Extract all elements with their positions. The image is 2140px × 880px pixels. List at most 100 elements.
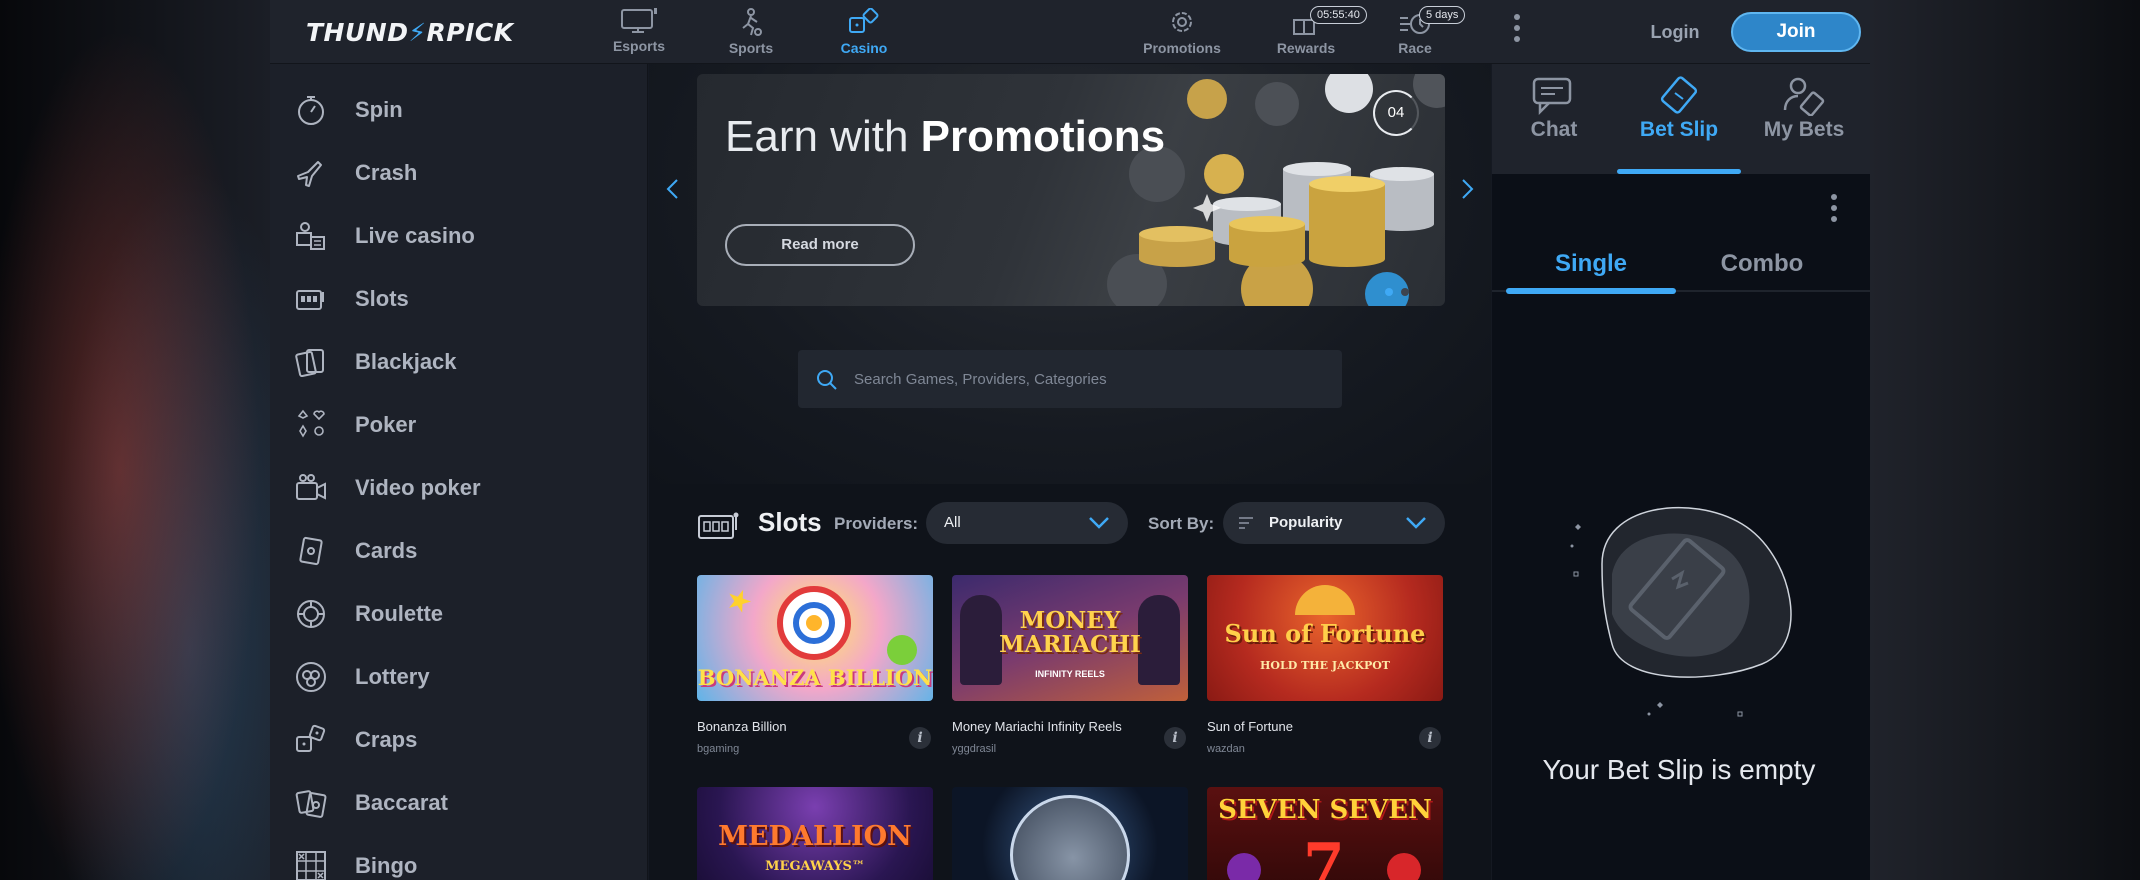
dice-icon (849, 8, 879, 33)
game-art-subtitle: HOLD THE JACKPOT (1260, 659, 1390, 672)
info-icon[interactable]: i (1419, 727, 1441, 749)
nav-sports-label: Sports (728, 40, 774, 56)
sidebar-item-label: Spin (355, 97, 403, 122)
bingo-grid-icon (296, 851, 326, 880)
carousel-dot[interactable] (1401, 288, 1409, 296)
race-countdown-badge: 5 days (1419, 6, 1466, 24)
game-card-money-mariachi[interactable]: MONEY MARIACHI INFINITY REELS Money Mari… (952, 575, 1188, 765)
game-card-sun-of-fortune[interactable]: Sun of Fortune HOLD THE JACKPOT Sun of F… (1207, 575, 1443, 765)
game-name: Bonanza Billion (697, 719, 787, 734)
tab-bet-slip[interactable]: Bet Slip (1617, 64, 1741, 174)
nav-race[interactable]: Race 5 days (1365, 6, 1466, 58)
video-camera-icon (296, 474, 326, 500)
game-card-medallion[interactable]: MEDALLION MEGAWAYS™ (697, 787, 933, 880)
game-thumbnail: MEDALLION MEGAWAYS™ (697, 787, 933, 880)
blurred-background-right (1870, 0, 2140, 880)
sidebar-item-spin[interactable]: Spin (270, 81, 648, 137)
slide-counter: 04 (1373, 90, 1419, 136)
sidebar-item-label: Crash (355, 160, 418, 185)
sidebar-item-poker[interactable]: Poker (270, 396, 648, 452)
star-icon (724, 586, 755, 617)
stopwatch-icon (298, 96, 324, 125)
game-card-seven-seven[interactable]: SEVEN SEVEN 7 (1207, 787, 1443, 880)
bet-slip-panel: Chat Bet Slip My Bets Single Combo Your … (1492, 64, 1870, 880)
nav-promotions[interactable]: Promotions (1127, 6, 1237, 58)
nav-race-label: Race (1398, 40, 1432, 56)
tab-chat[interactable]: Chat (1492, 64, 1616, 174)
game-provider: wazdan (1207, 743, 1245, 755)
wolf-emblem (1010, 795, 1130, 880)
game-card-bonanza-billion[interactable]: BONANZA BILLION Bonanza Billion bgaming … (697, 575, 933, 765)
game-art-title: MEDALLION (718, 821, 912, 852)
gear-badge-icon (1172, 12, 1192, 32)
fruit-icon (1387, 853, 1421, 880)
sidebar-item-roulette[interactable]: Roulette (270, 585, 648, 641)
game-thumbnail: BONANZA BILLION (697, 575, 933, 701)
casino-main-content: Earn with Promotions Read more 04 Search… (649, 64, 1491, 880)
tab-my-bets[interactable]: My Bets (1742, 64, 1866, 174)
tab-bet-slip-label: Bet Slip (1639, 118, 1719, 141)
game-name: Money Mariachi Infinity Reels (952, 719, 1122, 734)
tab-my-bets-label: My Bets (1763, 118, 1845, 141)
sidebar-item-label: Live casino (355, 223, 475, 248)
nav-sports[interactable]: Sports (706, 6, 796, 58)
sidebar-item-lottery[interactable]: Lottery (270, 648, 648, 704)
sidebar-item-label: Bingo (355, 853, 418, 878)
roulette-icon (297, 600, 325, 628)
providers-dropdown[interactable]: All (926, 502, 1128, 544)
sidebar-item-label: Poker (355, 412, 417, 437)
game-search-input[interactable]: Search Games, Providers, Categories (798, 350, 1342, 408)
sidebar-item-video-poker[interactable]: Video poker (270, 459, 648, 515)
sidebar-item-slots[interactable]: Slots (270, 270, 648, 326)
game-art-subtitle: INFINITY REELS (1035, 669, 1105, 679)
sidebar-item-cards[interactable]: Cards (270, 522, 648, 578)
game-card-wolf[interactable] (952, 787, 1188, 880)
sidebar-item-live-casino[interactable]: Live casino (270, 207, 648, 263)
more-menu-icon[interactable] (1512, 14, 1522, 50)
flower-emblem-icon (777, 586, 851, 660)
empty-bet-slip-message: Your Bet Slip is empty (1542, 754, 1816, 785)
blurred-background-left (0, 0, 270, 880)
chevron-right-icon[interactable] (1455, 174, 1479, 204)
empty-bet-slip-illustration (1570, 506, 1792, 717)
sidebar-item-bingo[interactable]: Bingo (270, 837, 648, 880)
nav-casino-label: Casino (840, 40, 888, 56)
seven-symbol: 7 (1303, 831, 1345, 880)
sidebar-item-blackjack[interactable]: Blackjack (270, 333, 648, 389)
promo-banner[interactable]: Earn with Promotions Read more 04 (697, 74, 1445, 306)
read-more-button[interactable]: Read more (725, 224, 915, 266)
sidebar-item-label: Cards (355, 538, 418, 563)
plane-icon (297, 161, 322, 187)
bet-type-single[interactable]: Single (1506, 250, 1676, 278)
carousel-dot-active[interactable] (1385, 288, 1393, 296)
info-icon[interactable]: i (1164, 727, 1186, 749)
sidebar-item-crash[interactable]: Crash (270, 144, 648, 200)
bet-type-indicator (1506, 288, 1676, 294)
nav-casino[interactable]: Casino (819, 6, 909, 58)
sort-by-label: Sort By: (1148, 514, 1215, 533)
bet-type-combo[interactable]: Combo (1677, 250, 1847, 278)
sidebar-item-craps[interactable]: Craps (270, 711, 648, 767)
sort-dropdown[interactable]: Popularity (1223, 502, 1445, 544)
monitor-icon (621, 8, 657, 33)
game-thumbnail: SEVEN SEVEN 7 (1207, 787, 1443, 880)
sidebar-item-label: Slots (355, 286, 409, 311)
info-icon[interactable]: i (909, 727, 931, 749)
baccarat-cards-icon (295, 790, 327, 818)
more-options-icon[interactable] (1829, 194, 1839, 230)
lottery-ball-icon (296, 662, 326, 692)
sidebar-item-label: Blackjack (355, 349, 457, 374)
sidebar-item-baccarat[interactable]: Baccarat (270, 774, 648, 830)
slot-machine-icon (296, 290, 324, 310)
app-window: THUND⚡RPICK Esports Sports Casino Promot… (270, 0, 1870, 880)
login-button[interactable]: Login (1620, 12, 1730, 52)
nav-rewards[interactable]: Rewards 05:55:40 (1251, 6, 1367, 58)
thunderpick-logo[interactable]: THUND⚡RPICK (306, 18, 514, 47)
nav-esports[interactable]: Esports (594, 6, 684, 58)
active-tab-indicator (1617, 169, 1741, 174)
search-placeholder: Search Games, Providers, Categories (854, 371, 1107, 388)
chevron-left-icon[interactable] (661, 174, 685, 204)
join-button[interactable]: Join (1731, 12, 1861, 52)
panel-tabs: Chat Bet Slip My Bets (1492, 64, 1870, 174)
section-title-slots: Slots (758, 507, 822, 537)
